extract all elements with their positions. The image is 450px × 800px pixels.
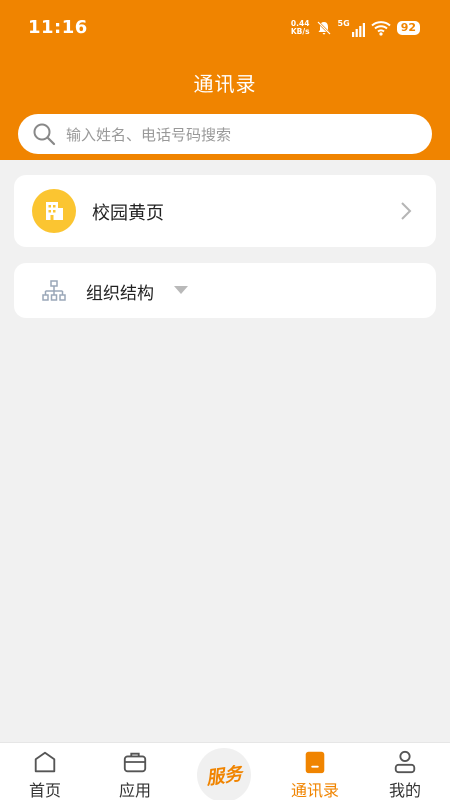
battery-indicator: 92 [396,21,420,35]
tab-home-label: 首页 [28,781,61,800]
search-icon [33,123,56,146]
chevron-right-icon [401,202,412,220]
search-input[interactable]: 输入姓名、电话号码搜索 [18,114,432,154]
status-bar: 11:16 0.44 KB/s 5G 92 [0,0,450,56]
status-icons: 0.44 KB/s 5G 92 [291,17,420,39]
tab-apps[interactable]: 应用 [90,743,180,800]
network-speed: 0.44 KB/s [291,20,310,36]
tab-apps-label: 应用 [118,781,151,800]
signal-icon [351,23,365,37]
contacts-book-icon [305,751,325,774]
dropdown-caret-icon [174,286,188,294]
org-structure-label: 组织结构 [86,284,154,304]
header-bar: 11:16 0.44 KB/s 5G 92 通讯录 输入姓名、电话号码搜索 [0,0,450,160]
search-placeholder: 输入姓名、电话号码搜索 [66,125,232,144]
service-icon: 服务 [204,763,244,790]
home-icon [34,751,56,773]
tab-contacts[interactable]: 通讯录 [270,743,360,800]
org-chart-icon [42,280,66,301]
wifi-icon [371,21,391,36]
org-structure-dropdown[interactable]: 组织结构 [14,263,436,318]
person-icon [394,750,416,774]
network-speed-unit: KB/s [290,27,310,36]
status-time: 11:16 [28,17,88,38]
tab-contacts-label: 通讯录 [290,781,339,800]
tab-home[interactable]: 首页 [0,743,90,800]
tab-me[interactable]: 我的 [360,743,450,800]
building-icon [32,189,76,233]
service-center-button[interactable]: 服务 [197,748,251,800]
yellow-pages-label: 校园黄页 [92,203,164,224]
yellow-pages-entry[interactable]: 校园黄页 [14,175,436,247]
network-type: 5G [337,19,350,28]
page-title: 通讯录 [193,72,257,96]
tab-me-label: 我的 [388,781,421,800]
mute-bell-icon [316,21,331,35]
briefcase-icon [123,752,147,773]
